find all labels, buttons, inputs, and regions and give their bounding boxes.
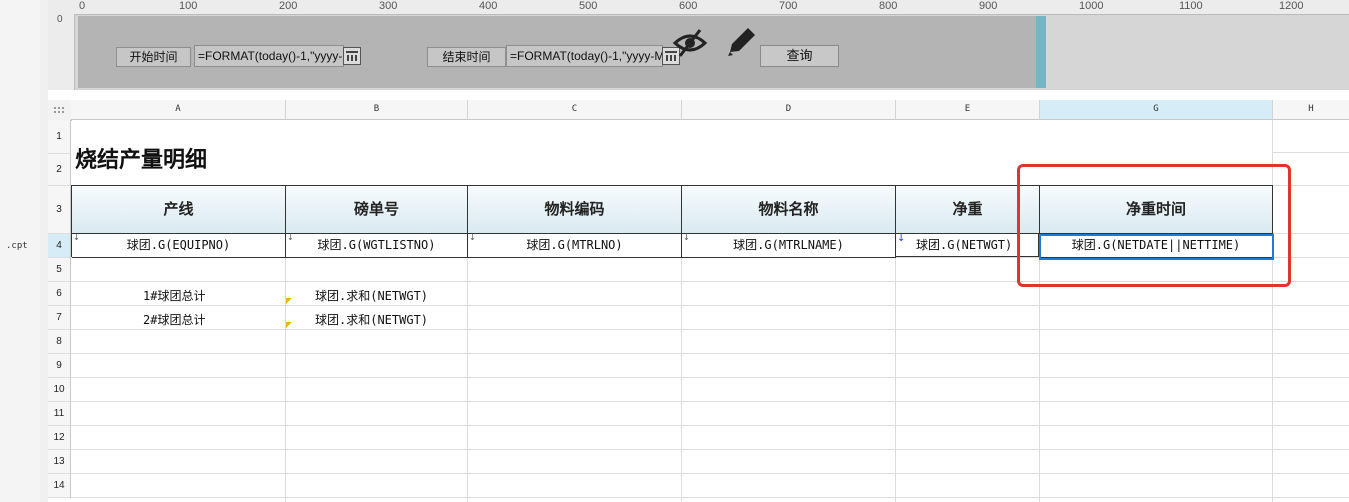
end-time-label: 结束时间 [427, 47, 506, 67]
column-header-a[interactable]: A [71, 100, 286, 120]
query-button[interactable]: 查询 [760, 45, 839, 67]
parameter-width-handle[interactable] [1036, 16, 1046, 88]
grid-line [285, 258, 286, 502]
parameter-canvas: 开始时间 =FORMAT(today()-1,"yyyy- 结束时间 =FORM… [78, 16, 1036, 88]
pencil-icon[interactable] [724, 26, 758, 58]
ruler-tick: 1100 [1179, 0, 1203, 12]
grid-line [71, 377, 1349, 378]
horizontal-ruler: 0 100 200 300 400 500 600 700 800 900 10… [48, 0, 1349, 15]
ruler-tick: 500 [579, 0, 598, 12]
expand-down-icon: ↓ [897, 233, 906, 244]
summary-value-1[interactable]: 球团.求和(NETWGT) [315, 287, 428, 304]
ruler-tick: 0 [79, 0, 86, 12]
expand-down-icon: ↓ [469, 233, 476, 242]
row-header[interactable]: 9 [48, 354, 71, 378]
column-header-d[interactable]: D [682, 100, 896, 120]
row-header[interactable]: 1 [48, 120, 71, 154]
project-panel: .cpt [0, 0, 41, 502]
column-header-h[interactable]: H [1273, 100, 1349, 120]
ruler-tick: 400 [479, 0, 498, 12]
grid-line [895, 258, 896, 502]
expand-down-icon: ↓ [287, 233, 294, 242]
row-header[interactable]: 7 [48, 306, 71, 330]
vertical-ruler: 0 [48, 14, 75, 90]
red-annotation-box [1017, 164, 1291, 287]
expand-down-icon: ↓ [683, 233, 690, 242]
row-header[interactable]: 5 [48, 258, 71, 282]
row-header[interactable]: 14 [48, 474, 71, 498]
data-cell-mtrlno[interactable]: 球团.G(MTRLNO) [468, 234, 682, 258]
ruler-tick: 100 [179, 0, 198, 12]
ruler-tick: 300 [379, 0, 398, 12]
row-header[interactable]: 10 [48, 378, 71, 402]
hidden-eye-icon[interactable] [672, 28, 708, 58]
grid-line [71, 497, 1349, 498]
grid-line [71, 473, 1349, 474]
header-cell-material-name[interactable]: 物料名称 [682, 186, 896, 234]
grid-line [71, 329, 1349, 330]
row-header[interactable]: 4 [48, 234, 71, 258]
left-scrollbar[interactable] [40, 0, 48, 502]
summary-label-1[interactable]: 1#球团总计 [143, 287, 205, 304]
column-header-c[interactable]: C [468, 100, 682, 120]
column-header-e[interactable]: E [896, 100, 1040, 120]
summary-value-2[interactable]: 球团.求和(NETWGT) [315, 311, 428, 328]
ruler-tick: 700 [779, 0, 798, 12]
row-header[interactable]: 3 [48, 186, 71, 234]
grid-line [71, 305, 1349, 306]
file-suffix-label[interactable]: .cpt [6, 241, 28, 251]
ruler-tick: 600 [679, 0, 698, 12]
data-cell-mtrlname[interactable]: 球团.G(MTRLNAME) [682, 234, 896, 258]
calendar-icon[interactable] [343, 47, 361, 65]
row-header[interactable]: 2 [48, 154, 71, 186]
row-header[interactable]: 11 [48, 402, 71, 426]
row-header[interactable]: 8 [48, 330, 71, 354]
grid-line [71, 401, 1349, 402]
summary-label-2[interactable]: 2#球团总计 [143, 311, 205, 328]
row-header[interactable]: 12 [48, 426, 71, 450]
data-cell-equipno[interactable]: 球团.G(EQUIPNO) [72, 234, 286, 258]
header-cell-weigh-ticket[interactable]: 磅单号 [286, 186, 468, 234]
data-cell-wgtlistno[interactable]: 球团.G(WGTLISTNO) [286, 234, 468, 258]
grid-line [1273, 152, 1349, 153]
grid-line [71, 353, 1349, 354]
grid-line [71, 425, 1349, 426]
row-header[interactable]: 6 [48, 282, 71, 306]
select-all-corner[interactable] [48, 100, 72, 121]
expand-down-icon: ↓ [73, 233, 80, 242]
header-cell-material-code[interactable]: 物料编码 [468, 186, 682, 234]
ruler-tick: 900 [979, 0, 998, 12]
ruler-tick: 1000 [1079, 0, 1104, 12]
grid-dots-icon [54, 107, 64, 113]
start-time-label: 开始时间 [116, 47, 191, 67]
comment-marker [286, 322, 292, 328]
grid-line [1039, 258, 1040, 502]
start-time-input[interactable]: =FORMAT(today()-1,"yyyy- [194, 45, 344, 67]
ruler-tick: 0 [57, 14, 63, 25]
grid-line [681, 258, 682, 502]
header-cell-production-line[interactable]: 产线 [72, 186, 286, 234]
ruler-tick: 200 [279, 0, 298, 12]
grid-line [71, 449, 1349, 450]
ruler-tick: 800 [879, 0, 898, 12]
column-header-b[interactable]: B [286, 100, 468, 120]
ruler-tick: 1200 [1279, 0, 1304, 12]
report-title[interactable]: 烧结产量明细 [75, 142, 207, 174]
comment-marker [286, 298, 292, 304]
grid-line [467, 258, 468, 502]
row-header[interactable]: 13 [48, 450, 71, 474]
column-header-g[interactable]: G [1040, 100, 1273, 120]
end-time-input[interactable]: =FORMAT(today()-1,"yyyy-M [506, 45, 663, 67]
